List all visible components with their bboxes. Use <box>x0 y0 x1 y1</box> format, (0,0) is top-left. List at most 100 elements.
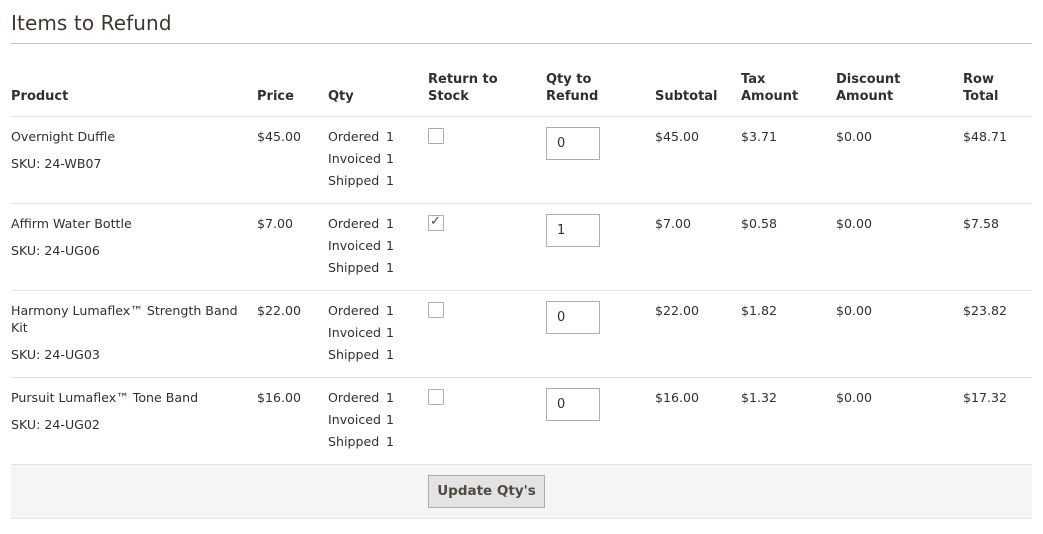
table-row: Harmony Lumaflex™ Strength Band Kit SKU:… <box>11 290 1032 378</box>
qty-ordered-label: Ordered <box>328 389 380 405</box>
section-title: Items to Refund <box>11 0 1032 44</box>
qty-to-refund-input[interactable] <box>546 213 600 247</box>
discount-amount-cell: $0.00 <box>836 203 963 291</box>
return-to-stock-cell <box>428 290 546 378</box>
product-name: Affirm Water Bottle <box>11 215 132 231</box>
return-to-stock-checkbox[interactable] <box>428 127 444 144</box>
qty-invoiced-label: Invoiced <box>328 411 382 427</box>
table-row: Affirm Water Bottle SKU: 24-UG06 $7.00 O… <box>11 203 1032 291</box>
qty-ordered-label: Ordered <box>328 302 380 318</box>
col-price: Price <box>257 44 328 117</box>
price-cell: $7.00 <box>257 203 328 291</box>
return-to-stock-checkbox[interactable] <box>428 388 444 405</box>
qty-ordered: Ordered 1 <box>328 215 428 237</box>
price-cell: $16.00 <box>257 377 328 465</box>
qty-shipped: Shipped 1 <box>328 433 428 455</box>
product-cell: Pursuit Lumaflex™ Tone Band SKU: 24-UG02 <box>11 377 257 465</box>
items-to-refund-section: Items to Refund Product Price Qty Return… <box>11 0 1032 519</box>
refund-items-table: Product Price Qty Return to Stock Qty to R… <box>11 44 1032 465</box>
qty-cell: Ordered 1 Invoiced 1 Shipped 1 <box>328 290 428 378</box>
qty-to-refund-cell <box>546 203 655 291</box>
update-qty-button[interactable]: Update Qty's <box>428 474 545 508</box>
subtotal-cell: $22.00 <box>655 290 741 378</box>
product-sku: SKU: 24-UG06 <box>11 242 100 258</box>
tax-amount-cell: $3.71 <box>741 116 836 204</box>
qty-shipped-label: Shipped <box>328 433 380 449</box>
qty-cell: Ordered 1 Invoiced 1 Shipped 1 <box>328 116 428 204</box>
qty-to-refund-cell <box>546 116 655 204</box>
qty-ordered-label: Ordered <box>328 128 380 144</box>
qty-invoiced-label: Invoiced <box>328 150 382 166</box>
qty-to-refund-input[interactable] <box>546 387 600 421</box>
tax-amount-cell: $1.82 <box>741 290 836 378</box>
col-discount-amount: Discount Amount <box>836 44 963 117</box>
col-subtotal: Subtotal <box>655 44 741 117</box>
qty-shipped-label: Shipped <box>328 346 380 362</box>
col-qty-to-refund: Qty to Refund <box>546 44 655 117</box>
discount-amount-cell: $0.00 <box>836 377 963 465</box>
subtotal-cell: $45.00 <box>655 116 741 204</box>
qty-shipped-label: Shipped <box>328 172 380 188</box>
qty-invoiced-label: Invoiced <box>328 237 382 253</box>
qty-to-refund-input[interactable] <box>546 126 600 160</box>
product-sku: SKU: 24-UG03 <box>11 346 100 362</box>
product-cell: Overnight Duffle SKU: 24-WB07 <box>11 116 257 204</box>
product-cell: Affirm Water Bottle SKU: 24-UG06 <box>11 203 257 291</box>
qty-ordered-label: Ordered <box>328 215 380 231</box>
return-to-stock-cell <box>428 377 546 465</box>
qty-invoiced-label: Invoiced <box>328 324 382 340</box>
qty-invoiced-value: 1 <box>386 150 395 166</box>
qty-shipped: Shipped 1 <box>328 346 428 368</box>
return-to-stock-checkbox[interactable] <box>428 301 444 318</box>
col-product: Product <box>11 44 257 117</box>
qty-shipped: Shipped 1 <box>328 172 428 194</box>
qty-to-refund-input[interactable] <box>546 300 600 334</box>
col-row-total: Row Total <box>963 44 1032 117</box>
row-total-cell: $48.71 <box>963 116 1032 204</box>
col-return-to-stock: Return to Stock <box>428 44 546 117</box>
qty-ordered: Ordered 1 <box>328 389 428 411</box>
qty-ordered: Ordered 1 <box>328 302 428 324</box>
qty-shipped-value: 1 <box>386 172 395 188</box>
qty-shipped: Shipped 1 <box>328 259 428 281</box>
return-to-stock-cell <box>428 116 546 204</box>
qty-ordered-value: 1 <box>386 128 395 144</box>
qty-ordered-value: 1 <box>386 215 395 231</box>
qty-shipped-value: 1 <box>386 259 395 275</box>
return-to-stock-cell: ✓ <box>428 203 546 291</box>
qty-invoiced-value: 1 <box>386 411 395 427</box>
qty-invoiced: Invoiced 1 <box>328 324 428 346</box>
qty-cell: Ordered 1 Invoiced 1 Shipped 1 <box>328 377 428 465</box>
qty-invoiced: Invoiced 1 <box>328 237 428 259</box>
product-name: Pursuit Lumaflex™ Tone Band <box>11 389 199 405</box>
row-total-cell: $7.58 <box>963 203 1032 291</box>
row-total-cell: $17.32 <box>963 377 1032 465</box>
qty-to-refund-cell <box>546 377 655 465</box>
product-name: Harmony Lumaflex™ Strength Band Kit <box>11 302 238 335</box>
table-row: Overnight Duffle SKU: 24-WB07 $45.00 Ord… <box>11 116 1032 204</box>
subtotal-cell: $16.00 <box>655 377 741 465</box>
qty-ordered: Ordered 1 <box>328 128 428 150</box>
table-footer: Update Qty's <box>11 464 1032 519</box>
qty-shipped-value: 1 <box>386 433 395 449</box>
col-tax-amount: Tax Amount <box>741 44 836 117</box>
qty-to-refund-cell <box>546 290 655 378</box>
price-cell: $22.00 <box>257 290 328 378</box>
qty-invoiced-value: 1 <box>386 324 395 340</box>
tax-amount-cell: $0.58 <box>741 203 836 291</box>
qty-invoiced: Invoiced 1 <box>328 150 428 172</box>
qty-invoiced-value: 1 <box>386 237 395 253</box>
product-sku: SKU: 24-UG02 <box>11 416 100 432</box>
table-row: Pursuit Lumaflex™ Tone Band SKU: 24-UG02… <box>11 377 1032 465</box>
qty-ordered-value: 1 <box>386 389 395 405</box>
subtotal-cell: $7.00 <box>655 203 741 291</box>
col-qty: Qty <box>328 44 428 117</box>
qty-shipped-value: 1 <box>386 346 395 362</box>
price-cell: $45.00 <box>257 116 328 204</box>
qty-cell: Ordered 1 Invoiced 1 Shipped 1 <box>328 203 428 291</box>
qty-ordered-value: 1 <box>386 302 395 318</box>
return-to-stock-checkbox[interactable]: ✓ <box>428 214 444 231</box>
tax-amount-cell: $1.32 <box>741 377 836 465</box>
product-sku: SKU: 24-WB07 <box>11 155 102 171</box>
product-cell: Harmony Lumaflex™ Strength Band Kit SKU:… <box>11 290 257 378</box>
